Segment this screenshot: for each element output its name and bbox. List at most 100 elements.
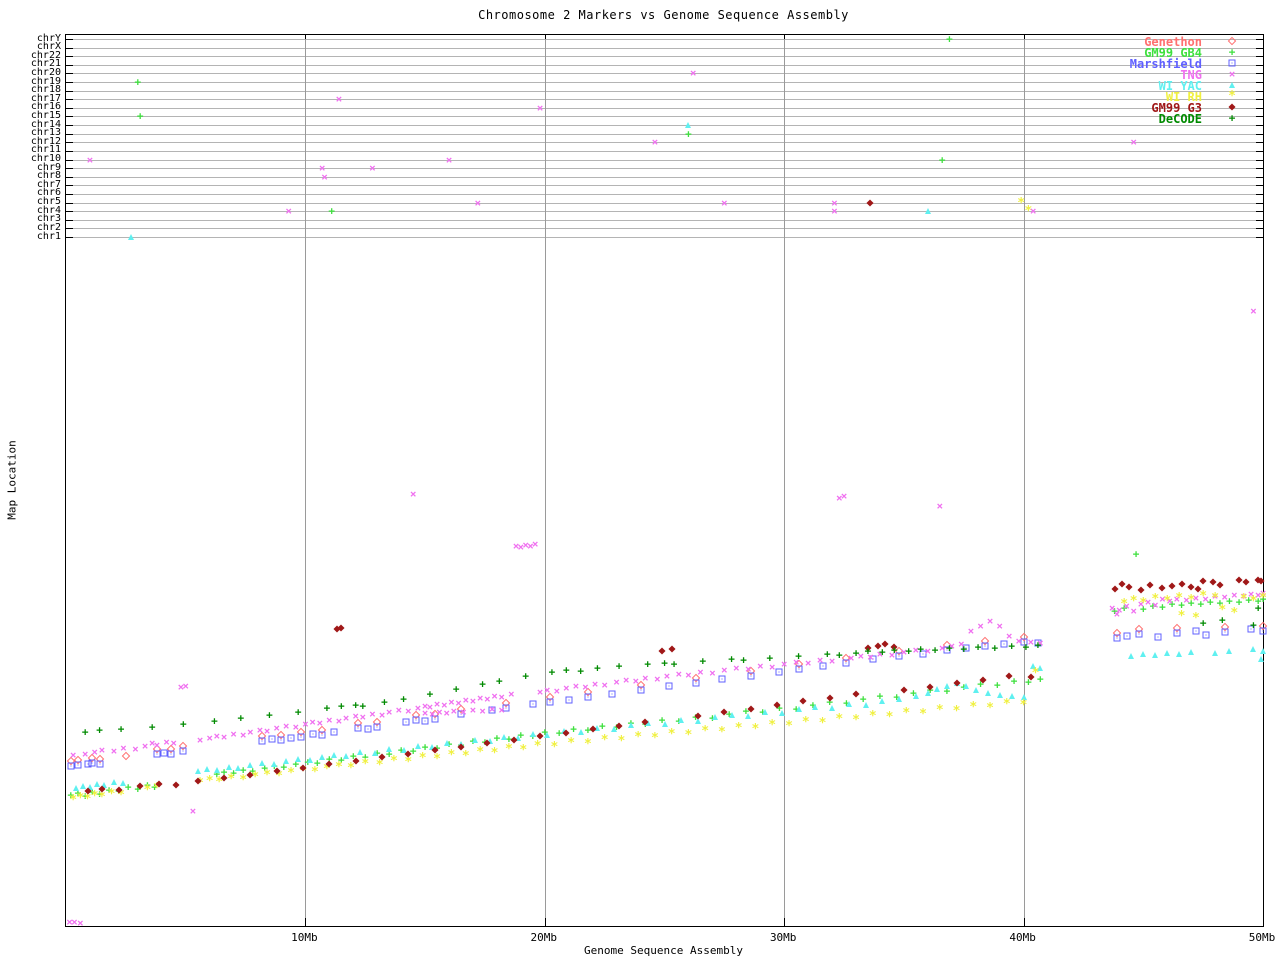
- data-point-triangle: [943, 683, 950, 689]
- data-point-triangle: [101, 782, 108, 788]
- chromosome-row-line: [66, 219, 1263, 221]
- data-point-square-dot: [546, 698, 554, 706]
- data-point-triangle: [443, 740, 450, 746]
- data-point-diamond-filled: [926, 683, 934, 691]
- data-point-diamond-open: [411, 710, 420, 720]
- data-point-cross: ×: [395, 703, 403, 717]
- data-point-plus: +: [974, 640, 982, 654]
- data-point-plus: +: [1120, 601, 1128, 615]
- data-point-star: *: [1129, 594, 1138, 610]
- data-point-plus: +: [891, 643, 898, 657]
- axis-tick: [1256, 202, 1263, 204]
- data-point-plus: +: [1187, 596, 1195, 610]
- data-point-triangle: [896, 696, 903, 702]
- data-point-plus: +: [493, 731, 501, 745]
- data-point-diamond-filled: [864, 644, 872, 652]
- data-point-diamond-filled: [747, 705, 755, 713]
- data-point-triangle: [486, 738, 493, 744]
- data-point-diamond-open: [152, 744, 162, 754]
- data-point-triangle: [560, 728, 567, 734]
- data-point-triangle: [678, 717, 685, 723]
- data-point-cross: ×: [189, 804, 197, 818]
- data-point-star: *: [418, 751, 427, 767]
- data-point-diamond-filled: [1158, 584, 1166, 592]
- axis-tick: [66, 90, 73, 92]
- axis-tick: [1256, 228, 1263, 230]
- x-gridline: [784, 35, 786, 926]
- data-point-triangle: [644, 720, 651, 726]
- data-point-diamond-filled: [1228, 103, 1236, 111]
- data-point-diamond-filled: [1005, 672, 1013, 680]
- legend-marker: ×: [1202, 69, 1262, 80]
- data-point-star: *: [684, 728, 693, 744]
- data-point-plus: +: [615, 659, 623, 673]
- data-point-plus: +: [1199, 616, 1207, 630]
- data-point-star: *: [143, 783, 152, 799]
- data-point-cross: ×: [1037, 636, 1044, 650]
- data-point-plus: +: [505, 732, 513, 746]
- data-point-triangle: [72, 785, 79, 791]
- data-point-diamond-filled: [1187, 583, 1195, 591]
- data-point-cross: ×: [967, 624, 975, 638]
- data-point-plus: +: [709, 711, 716, 725]
- data-point-diamond-filled: [483, 739, 491, 747]
- data-point-triangle: [319, 754, 326, 760]
- data-point-cross: ×: [110, 744, 118, 758]
- data-point-triangle: [400, 747, 407, 753]
- data-point-cross: ×: [924, 644, 932, 658]
- chromosome-row-line: [66, 211, 1263, 213]
- data-point-plus: +: [864, 644, 872, 658]
- data-point-cross: ×: [876, 647, 884, 661]
- data-point-plus: +: [323, 701, 331, 715]
- data-point-cross: ×: [91, 745, 99, 759]
- data-point-plus: +: [400, 692, 407, 706]
- data-point-plus: +: [1218, 613, 1226, 627]
- data-point-cross: ×: [1254, 588, 1262, 602]
- data-point-diamond-open: [179, 741, 188, 751]
- data-point-plus: +: [594, 661, 601, 675]
- data-point-cross: ×: [1005, 629, 1013, 643]
- data-point-diamond-filled: [1199, 577, 1207, 585]
- data-point-triangle: [879, 698, 886, 704]
- data-point-cross: ×: [1144, 595, 1152, 609]
- data-point-diamond-open: [691, 673, 700, 683]
- data-point-cross: ×: [141, 739, 149, 753]
- data-point-square-dot: [718, 675, 726, 683]
- data-point-plus: +: [926, 683, 934, 697]
- data-point-cross: ×: [1247, 587, 1255, 601]
- data-point-triangle: [414, 743, 421, 749]
- data-point-diamond-open: [545, 692, 554, 702]
- data-point-star: *: [346, 761, 355, 777]
- data-point-star: *: [617, 734, 626, 750]
- data-point-triangle: [924, 690, 931, 696]
- data-point-triangle: [204, 766, 211, 772]
- data-point-plus: +: [144, 778, 151, 792]
- data-point-cross: ×: [663, 669, 671, 683]
- axis-tick: [66, 219, 73, 221]
- data-point-cross: ×: [835, 491, 843, 505]
- data-point-triangle: [711, 714, 718, 720]
- data-point-plus: +: [658, 713, 666, 727]
- data-point-star: *: [196, 776, 204, 792]
- data-point-cross: ×: [1027, 635, 1035, 649]
- data-point-diamond-filled: [220, 774, 228, 782]
- axis-tick: [1256, 133, 1263, 135]
- data-point-plus: +: [230, 766, 237, 780]
- data-point-star: *: [1139, 596, 1148, 612]
- chromosome-row-line: [66, 133, 1263, 135]
- data-point-cross: ×: [996, 619, 1003, 633]
- data-point-star: *: [375, 758, 384, 774]
- data-point-square-dot: [819, 662, 826, 670]
- data-point-triangle: [762, 709, 769, 715]
- data-point-plus: +: [879, 645, 886, 659]
- data-point-square-dot: [842, 659, 850, 667]
- data-point-triangle: [594, 725, 601, 731]
- data-point-plus: +: [280, 760, 288, 774]
- data-point-plus: +: [361, 750, 369, 764]
- data-point-square-dot: [277, 736, 285, 744]
- data-point-diamond-open: [1220, 622, 1229, 632]
- data-point-star: *: [490, 746, 499, 762]
- x-axis-tick-label: 40Mb: [1009, 931, 1036, 944]
- data-point-plus: +: [337, 753, 345, 767]
- data-point-star: *: [818, 716, 827, 732]
